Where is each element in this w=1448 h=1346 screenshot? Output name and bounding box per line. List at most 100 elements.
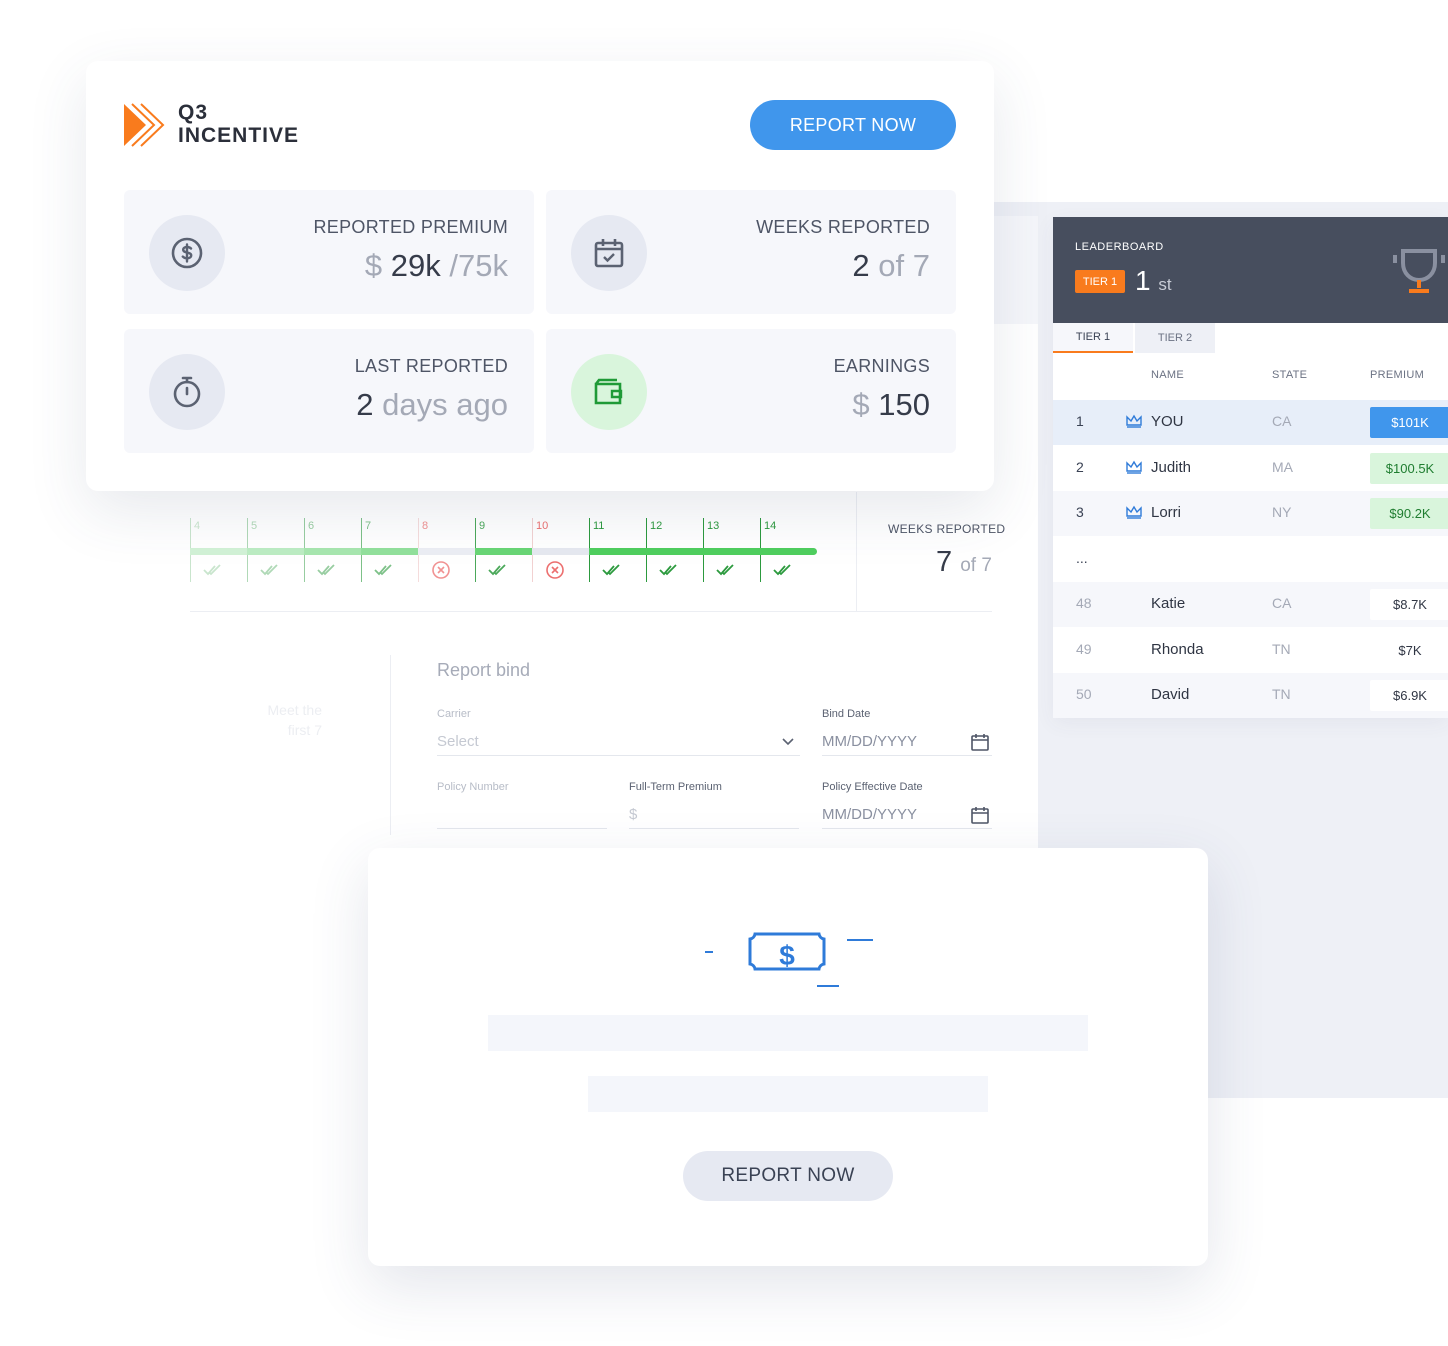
week-number: 8	[422, 520, 429, 532]
leaderboard-panel: LEADERBOARD TIER 1 1 st TIER 1 TIER 2 NA…	[1053, 217, 1448, 718]
row-rank: 3	[1076, 504, 1084, 520]
leaderboard-row: 48 Katie CA $8.7K	[1053, 582, 1448, 627]
stat-label: REPORTED PREMIUM	[313, 217, 508, 237]
faded-note-line: Meet the	[267, 702, 322, 718]
row-state: NY	[1272, 504, 1292, 520]
column-header-state: STATE	[1272, 369, 1308, 381]
leaderboard-row: 3 Lorri NY $90.2K	[1053, 491, 1448, 536]
stat-value: $ 150	[852, 387, 930, 423]
row-premium: $101K	[1370, 407, 1448, 438]
effective-date-label: Policy Effective Date	[822, 781, 923, 793]
policy-number-label: Policy Number	[437, 781, 509, 793]
report-now-button[interactable]: REPORT NOW	[750, 100, 956, 150]
week-progress-bar	[361, 548, 418, 555]
full-term-premium-input[interactable]: $	[629, 801, 799, 829]
week-progress-bar	[190, 548, 247, 555]
currency-placeholder: $	[629, 806, 638, 823]
trophy-icon	[1393, 249, 1445, 293]
row-name: Lorri	[1151, 504, 1182, 521]
tab-tier-2[interactable]: TIER 2	[1135, 323, 1215, 353]
row-premium: $100.5K	[1370, 452, 1448, 484]
leaderboard-row: 2 Judith MA $100.5K	[1053, 445, 1448, 491]
report-bind-title: Report bind	[437, 660, 531, 680]
stat-label: LAST REPORTED	[354, 356, 508, 376]
rank-suffix: st	[1158, 275, 1172, 294]
dollar-circle-icon	[171, 237, 203, 269]
timeline-week: 13	[703, 518, 760, 582]
double-check-icon	[374, 564, 392, 576]
stat-icon-circle	[571, 215, 647, 291]
stat-value: 2 of 7	[852, 248, 930, 284]
content-placeholder	[488, 1015, 1088, 1051]
stat-earnings: EARNINGS $ 150	[546, 329, 956, 453]
stat-label: WEEKS REPORTED	[756, 217, 930, 237]
week-progress-bar	[646, 548, 703, 555]
stat-value: 2 days ago	[356, 387, 508, 423]
rank-number: 1	[1135, 265, 1151, 296]
stat-suffix: of 7	[878, 248, 930, 283]
week-progress-bar	[475, 548, 532, 555]
row-rank: 49	[1076, 640, 1092, 657]
row-rank: 50	[1076, 686, 1092, 702]
row-rank: 1	[1076, 413, 1084, 429]
carrier-select[interactable]: Select	[437, 728, 800, 756]
weekly-timeline: 4 5 6 7 8 9 10 11 12 13 14	[190, 518, 840, 588]
stat-icon-circle	[149, 215, 225, 291]
week-number: 13	[707, 520, 720, 532]
faded-note: Meet the first 7	[262, 700, 322, 740]
divider	[856, 492, 857, 612]
stat-weeks-reported: WEEKS REPORTED 2 of 7	[546, 190, 956, 314]
double-check-icon	[659, 564, 677, 576]
weeks-reported-label: WEEKS REPORTED	[888, 522, 1006, 536]
double-check-icon	[317, 564, 335, 576]
double-check-icon	[602, 564, 620, 576]
money-bill-icon: $	[705, 932, 873, 987]
leaderboard-row: 50 David TN $6.9K	[1053, 673, 1448, 718]
stat-number: 29k	[390, 248, 441, 283]
row-name: David	[1151, 686, 1190, 703]
row-state: CA	[1272, 595, 1292, 611]
stat-last-reported: LAST REPORTED 2 days ago	[124, 329, 534, 453]
column-header-premium: PREMIUM	[1370, 369, 1425, 381]
week-number: 5	[251, 520, 258, 532]
week-progress-bar	[760, 548, 817, 555]
calendar-icon[interactable]	[970, 732, 990, 752]
row-name: Rhonda	[1151, 640, 1204, 658]
double-check-icon	[203, 564, 221, 576]
divider	[190, 611, 992, 612]
week-number: 12	[650, 520, 663, 532]
week-progress-bar	[589, 548, 646, 555]
timeline-week: 11	[589, 518, 646, 582]
tab-tier-1[interactable]: TIER 1	[1053, 323, 1133, 353]
row-rank: 48	[1076, 595, 1092, 611]
week-progress-bar	[532, 548, 589, 555]
stat-suffix: /75k	[449, 248, 508, 283]
effective-date-input[interactable]: MM/DD/YYYY	[822, 801, 992, 829]
double-check-icon	[773, 564, 791, 576]
leaderboard-title: LEADERBOARD	[1075, 241, 1164, 253]
row-state: TN	[1272, 640, 1291, 657]
report-now-button[interactable]: REPORT NOW	[683, 1151, 893, 1201]
double-check-icon	[716, 564, 734, 576]
stat-number: 150	[878, 387, 930, 422]
timeline-week: 5	[247, 518, 304, 582]
bind-date-input[interactable]: MM/DD/YYYY	[822, 728, 992, 756]
report-modal-card	[368, 848, 1208, 1266]
week-number: 6	[308, 520, 315, 532]
policy-number-input[interactable]	[437, 801, 607, 829]
chevron-down-icon	[782, 738, 794, 746]
row-rank: 2	[1076, 458, 1084, 475]
crown-icon	[1126, 505, 1142, 519]
tier-badge: TIER 1	[1075, 270, 1125, 293]
week-progress-bar	[703, 548, 760, 555]
week-progress-bar	[304, 548, 361, 555]
week-number: 14	[764, 520, 777, 532]
effective-date-placeholder: MM/DD/YYYY	[822, 806, 918, 823]
timeline-week: 4	[190, 518, 247, 582]
row-state: MA	[1272, 458, 1293, 475]
timeline-week: 7	[361, 518, 418, 582]
timeline-week: 10	[532, 518, 589, 582]
logo-line: INCENTIVE	[178, 124, 300, 147]
svg-text:$: $	[779, 940, 795, 971]
calendar-icon[interactable]	[970, 805, 990, 825]
